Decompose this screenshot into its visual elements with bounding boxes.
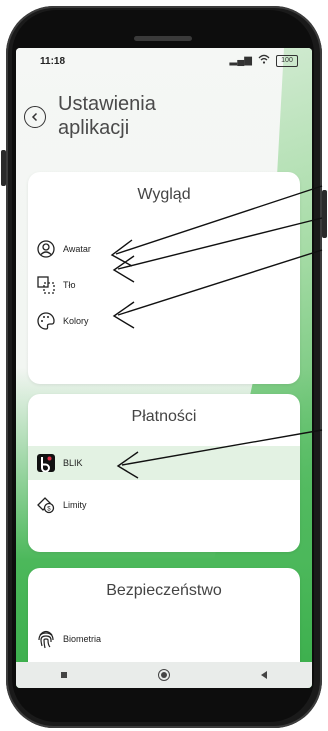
annotation-arrows — [110, 185, 323, 479]
